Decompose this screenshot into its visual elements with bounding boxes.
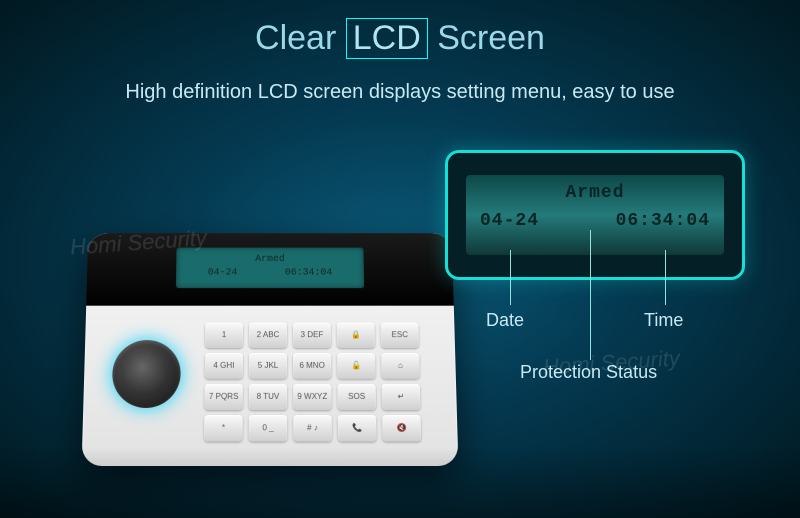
callout-line-date [510, 250, 511, 305]
keypad-key[interactable]: 9 WXYZ [293, 384, 331, 410]
keypad-key[interactable]: # ♪ [293, 415, 332, 441]
keypad-key[interactable]: 5 JKL [249, 353, 287, 379]
keypad-key[interactable]: 7 PQRS [204, 384, 242, 410]
page-title: Clear LCD Screen [0, 0, 800, 59]
keypad-key[interactable]: 6 MNO [293, 353, 331, 379]
zoom-status: Armed [480, 183, 710, 203]
speaker-ring-icon [112, 340, 182, 408]
zoom-lcd-screen: Armed 04-24 06:34:04 [466, 175, 724, 255]
title-highlight: LCD [346, 18, 428, 59]
callout-line-time [665, 250, 666, 305]
device-lcd-screen: Armed 04-24 06:34:04 [176, 248, 364, 289]
lcd-zoom-callout: Armed 04-24 06:34:04 [445, 150, 745, 280]
keypad-key[interactable]: * [204, 415, 243, 441]
keypad-key[interactable]: 1 [205, 322, 243, 348]
keypad-key[interactable]: 8 TUV [249, 384, 287, 410]
label-time: Time [644, 310, 683, 331]
keypad-key[interactable]: 🔇 [382, 415, 421, 441]
device-lcd-time: 06:34:04 [285, 267, 333, 281]
keypad-key[interactable]: ↵ [382, 384, 421, 410]
subtitle-text: High definition LCD screen displays sett… [0, 81, 800, 104]
keypad-key[interactable]: ⌂ [381, 353, 420, 379]
keypad-key[interactable]: 4 GHI [205, 353, 243, 379]
label-status: Protection Status [520, 362, 657, 383]
keypad-key[interactable]: 3 DEF [293, 322, 331, 348]
zoom-date: 04-24 [480, 211, 539, 231]
label-date: Date [486, 310, 524, 331]
keypad-key[interactable]: ESC [381, 322, 419, 348]
zoom-time: 06:34:04 [616, 211, 710, 231]
keypad-grid: 12 ABC3 DEF🔒ESC 4 GHI5 JKL6 MNO🔓⌂ 7 PQRS 8 … [204, 322, 421, 441]
keypad-key[interactable]: 0 _ [249, 415, 288, 441]
device-lcd-status: Armed [176, 253, 364, 266]
keypad-key[interactable]: 🔒 [337, 322, 375, 348]
keypad-key[interactable]: 2 ABC [249, 322, 287, 348]
keypad-key[interactable]: 📞 [338, 415, 377, 441]
alarm-keypad-device: Armed 04-24 06:34:04 12 ABC3 DEF🔒ESC 4 GH… [82, 233, 459, 466]
reflection-surface [0, 448, 800, 518]
title-post: Screen [437, 19, 545, 57]
device-top-panel: Armed 04-24 06:34:04 [86, 233, 454, 305]
keypad-key[interactable]: SOS [337, 384, 376, 410]
keypad-key[interactable]: 🔓 [337, 353, 375, 379]
title-pre: Clear [255, 19, 336, 57]
device-lcd-date: 04-24 [208, 267, 238, 281]
callout-line-status [590, 230, 591, 360]
